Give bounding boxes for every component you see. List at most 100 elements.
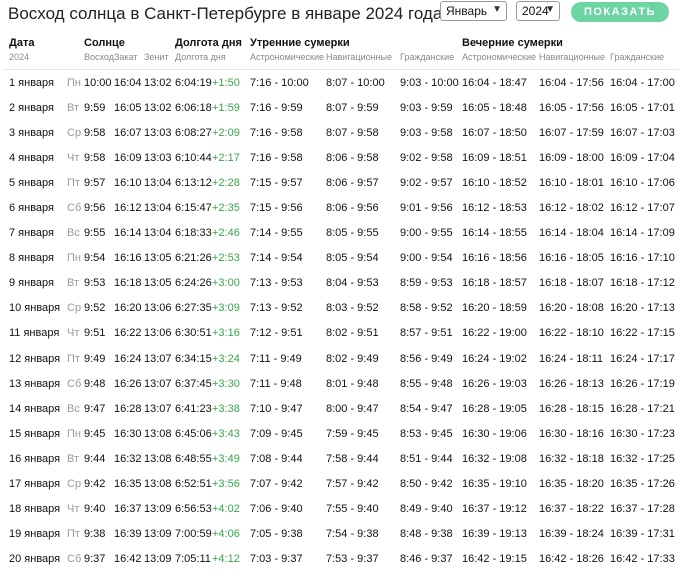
row-morning-civil: 8:54 - 9:47	[400, 402, 453, 415]
row-zenith: 13:07	[144, 402, 172, 415]
row-weekday: Ср	[67, 302, 82, 315]
row-daylength-delta: +4:06	[212, 528, 240, 541]
row-date: 9 января	[9, 277, 54, 290]
row-morning-nautical: 8:06 - 9:58	[326, 151, 379, 164]
row-evening-civil: 16:16 - 17:10	[610, 252, 675, 265]
row-weekday: Вс	[67, 227, 80, 240]
year-select[interactable]: 2024 ▼	[516, 1, 560, 21]
sun-table: Дата Солнце Долгота дня Утренние сумерки…	[3, 37, 679, 572]
row-morning-nautical: 7:59 - 9:45	[326, 427, 379, 440]
row-evening-nautical: 16:37 - 18:22	[539, 503, 604, 516]
row-daylength-delta: +2:46	[212, 227, 240, 240]
row-daylength: 7:05:11	[175, 553, 211, 566]
row-evening-civil: 16:39 - 17:31	[610, 528, 675, 541]
row-sunrise: 9:54	[84, 252, 106, 265]
row-daylength: 6:52:51	[175, 478, 212, 491]
month-select[interactable]: Январь ▼	[440, 1, 507, 21]
row-evening-nautical: 16:24 - 18:11	[539, 352, 604, 365]
row-weekday: Ср	[67, 478, 82, 491]
row-daylength-delta: +3:49	[212, 452, 240, 465]
row-date: 19 января	[9, 528, 61, 541]
row-daylength: 6:30:51	[175, 327, 212, 340]
row-evening-nautical: 16:12 - 18:02	[539, 202, 604, 215]
row-date: 11 января	[9, 327, 60, 340]
row-daylength: 6:56:53	[175, 503, 212, 516]
row-date: 15 января	[9, 427, 61, 440]
row-sunset: 16:20	[114, 302, 142, 315]
row-morning-civil: 9:03 - 9:59	[400, 101, 453, 114]
row-evening-nautical: 16:04 - 17:56	[539, 76, 604, 89]
row-daylength-delta: +1:50	[212, 76, 240, 89]
row-morning-civil: 8:53 - 9:45	[400, 427, 453, 440]
row-zenith: 13:08	[144, 427, 172, 440]
row-zenith: 13:07	[144, 377, 172, 390]
row-sunset: 16:32	[114, 452, 142, 465]
row-daylength-delta: +4:02	[212, 503, 240, 516]
row-evening-civil: 16:22 - 17:15	[610, 327, 675, 340]
row-sunrise: 9:44	[84, 452, 106, 465]
table-row: 3 января Ср 9:58 16:07 13:03 6:08:27 +2:09 7:16…	[3, 120, 679, 145]
row-sunrise: 9:58	[84, 126, 106, 139]
row-evening-civil: 16:28 - 17:21	[610, 402, 675, 415]
row-sunrise: 9:52	[84, 302, 106, 315]
row-daylength: 6:08:27	[175, 126, 212, 139]
table-row: 13 января Сб 9:48 16:26 13:07 6:37:45 +3:30 7:1…	[3, 371, 679, 396]
row-morning-astronomical: 7:12 - 9:51	[250, 327, 303, 340]
row-date: 7 января	[9, 227, 54, 240]
row-date: 5 января	[9, 176, 54, 189]
row-zenith: 13:04	[144, 176, 172, 189]
row-date: 16 января	[9, 452, 61, 465]
row-evening-civil: 16:05 - 17:01	[610, 101, 675, 114]
show-button[interactable]: ПОКАЗАТЬ	[571, 2, 669, 22]
row-morning-civil: 9:00 - 9:55	[400, 227, 453, 240]
row-morning-nautical: 7:55 - 9:40	[326, 503, 379, 516]
row-morning-astronomical: 7:15 - 9:56	[250, 202, 303, 215]
row-weekday: Пт	[67, 176, 80, 189]
row-daylength-delta: +2:53	[212, 252, 240, 265]
row-sunrise: 9:57	[84, 176, 106, 189]
row-zenith: 13:02	[144, 76, 172, 89]
table-row: 17 января Ср 9:42 16:35 13:08 6:52:51 +3:56 7:0…	[3, 472, 679, 497]
row-date: 17 января	[9, 478, 61, 491]
row-sunrise: 9:47	[84, 402, 106, 415]
row-evening-civil: 16:07 - 17:03	[610, 126, 675, 139]
chevron-down-icon: ▼	[492, 4, 502, 15]
row-evening-civil: 16:10 - 17:06	[610, 176, 675, 189]
row-weekday: Сб	[67, 377, 82, 390]
subheader-sunrise: Восход	[84, 52, 114, 70]
row-evening-civil: 16:12 - 17:07	[610, 202, 675, 215]
row-daylength-delta: +2:17	[212, 151, 240, 164]
page: Восход солнца в Санкт-Петербурге в январ…	[0, 0, 700, 565]
row-evening-civil: 16:24 - 17:17	[610, 352, 675, 365]
row-date: 2 января	[9, 101, 54, 114]
row-evening-civil: 16:26 - 17:19	[610, 377, 675, 390]
row-sunset: 16:22	[114, 327, 142, 340]
row-evening-astronomical: 16:24 - 19:02	[462, 352, 527, 365]
row-morning-astronomical: 7:16 - 9:59	[250, 101, 303, 114]
row-evening-astronomical: 16:05 - 18:48	[462, 101, 527, 114]
table-body: 1 января Пн 10:00 16:04 13:02 6:04:19 +1:50 7:1…	[3, 70, 679, 572]
row-evening-astronomical: 16:37 - 19:12	[462, 503, 527, 516]
subheader-year: 2024	[3, 52, 84, 70]
row-morning-astronomical: 7:16 - 9:58	[250, 151, 303, 164]
row-evening-nautical: 16:32 - 18:18	[539, 452, 604, 465]
row-morning-nautical: 8:05 - 9:55	[326, 227, 379, 240]
row-weekday: Вт	[67, 101, 80, 114]
row-evening-nautical: 16:22 - 18:10	[539, 327, 604, 340]
row-sunset: 16:12	[114, 202, 142, 215]
row-morning-astronomical: 7:15 - 9:57	[250, 176, 303, 189]
row-evening-civil: 16:32 - 17:25	[610, 452, 675, 465]
row-morning-nautical: 8:07 - 10:00	[326, 76, 385, 89]
row-evening-civil: 16:09 - 17:04	[610, 151, 675, 164]
header-date: Дата	[9, 37, 35, 49]
row-daylength: 6:21:26	[175, 252, 212, 265]
row-daylength-delta: +3:43	[212, 427, 240, 440]
row-morning-astronomical: 7:08 - 9:44	[250, 452, 303, 465]
row-sunrise: 9:48	[84, 377, 106, 390]
row-date: 4 января	[9, 151, 54, 164]
row-evening-nautical: 16:07 - 17:59	[539, 126, 604, 139]
subheader-morning-astronomical: Астрономические	[250, 52, 326, 70]
row-daylength: 6:45:06	[175, 427, 212, 440]
row-date: 13 января	[9, 377, 61, 390]
row-morning-nautical: 8:02 - 9:51	[326, 327, 379, 340]
